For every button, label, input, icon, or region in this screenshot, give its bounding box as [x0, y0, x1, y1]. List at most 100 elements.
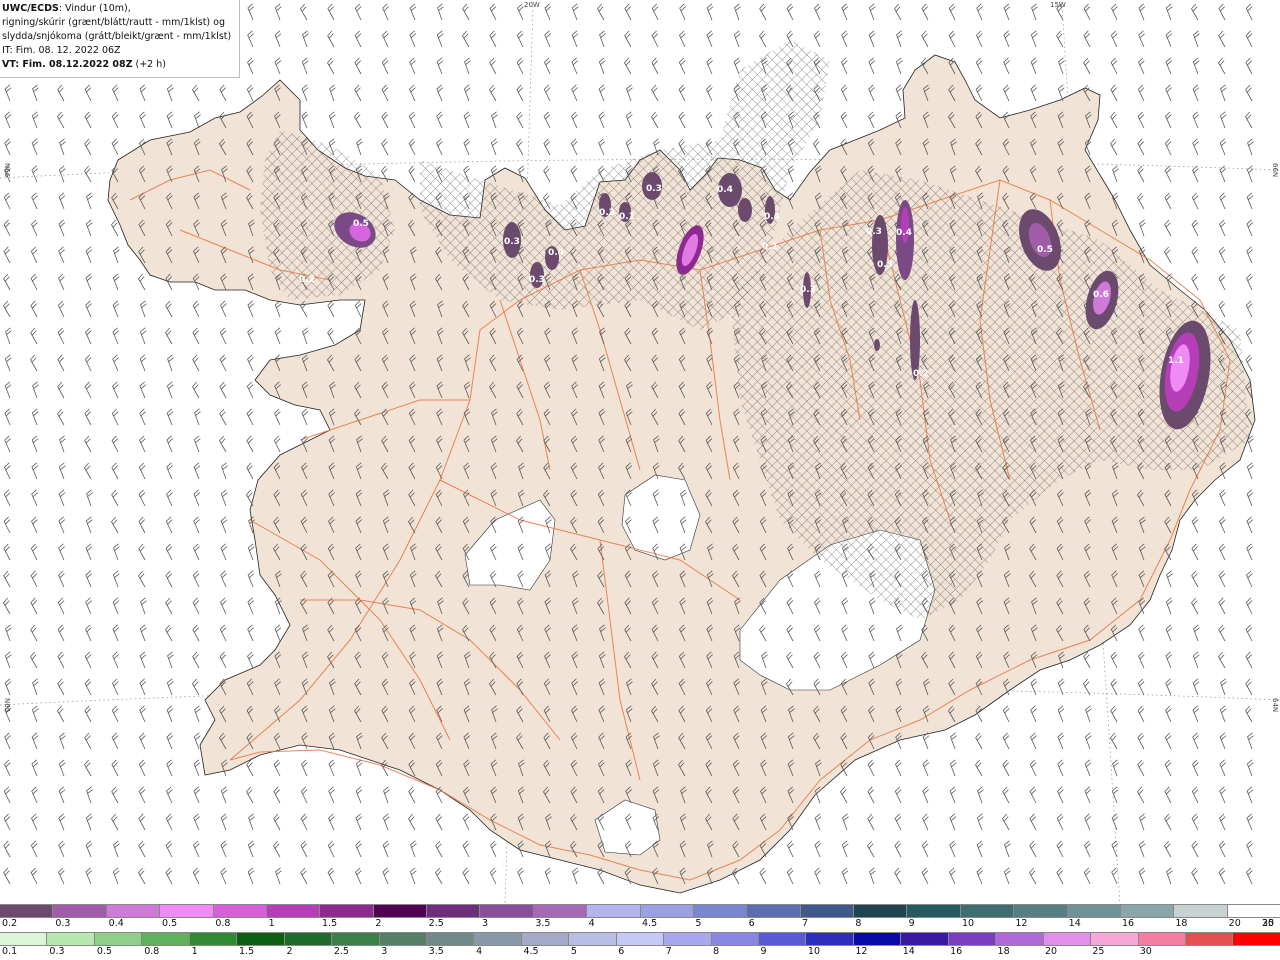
wind-barb [138, 867, 146, 885]
wind-barb [302, 30, 309, 48]
wind-barb [491, 111, 498, 129]
wind-barb [1192, 651, 1200, 669]
wind-barb [976, 813, 984, 831]
wind-barb [58, 273, 65, 291]
wind-barb [490, 840, 497, 858]
wind-barb [1002, 786, 1010, 804]
wind-barb [273, 435, 281, 453]
wind-barb [1002, 732, 1010, 750]
colorbar-tick: 4.5 [642, 918, 658, 929]
wind-barb [220, 516, 228, 534]
wind-barb [841, 30, 848, 48]
wind-barb [86, 192, 93, 210]
wind-barb [140, 300, 147, 318]
wind-barb [516, 111, 524, 129]
wind-barb [86, 786, 93, 804]
wind-barb [58, 489, 66, 507]
wind-barb [381, 138, 389, 156]
wind-barb [138, 516, 146, 534]
colorbar-swatch [474, 933, 522, 945]
wind-barb [1218, 57, 1226, 75]
wind-barb [84, 84, 92, 102]
wind-barb [247, 651, 254, 669]
wind-barb [544, 3, 552, 21]
wind-barb [1191, 543, 1199, 561]
wind-barb [327, 300, 335, 318]
wind-barb [517, 867, 524, 885]
wind-barb [247, 57, 254, 75]
wind-barb [1164, 840, 1172, 858]
wind-barb [462, 867, 470, 885]
wind-barb [840, 84, 848, 102]
colorbar-tick: 12 [855, 946, 868, 957]
wind-barb [544, 867, 552, 885]
wind-barb [489, 30, 497, 48]
wind-barb [571, 111, 578, 129]
wind-barb [5, 327, 12, 345]
wind-barb [31, 705, 39, 723]
wind-barb [30, 570, 38, 588]
wind-barb [31, 786, 38, 804]
wind-barb [543, 165, 551, 183]
wind-barb [624, 30, 632, 48]
wind-barb [651, 3, 659, 21]
wind-barb [84, 732, 92, 750]
wind-barb [355, 867, 362, 885]
wind-barb [624, 3, 632, 21]
colorbar-tick: 2 [286, 946, 293, 957]
precip-label: 0.4 [717, 185, 733, 195]
wind-barb [1245, 678, 1253, 696]
wind-barb [976, 3, 983, 21]
wind-barb [328, 111, 336, 129]
wind-barb [57, 111, 65, 129]
issue-time: IT: Fim. 08. 12. 2022 06Z [2, 45, 121, 56]
wind-barb [58, 462, 66, 480]
wind-barb [705, 111, 713, 129]
wind-barb [570, 165, 578, 183]
wind-barb [246, 381, 254, 399]
wind-barb [138, 273, 146, 291]
wind-barb [192, 354, 200, 372]
wind-barb [868, 57, 876, 75]
wind-barb [1164, 138, 1172, 156]
wind-barb [166, 462, 173, 480]
wind-barb [1246, 570, 1253, 588]
wind-barb [1056, 867, 1064, 885]
wind-barb [1219, 489, 1226, 507]
wind-barb [219, 651, 227, 669]
wind-barb [1193, 30, 1200, 48]
wind-barb [273, 786, 281, 804]
valid-time-offset: (+2 h) [132, 59, 166, 70]
wind-barb [1056, 840, 1064, 858]
wind-barb [327, 327, 335, 345]
wind-barb [651, 111, 659, 129]
wind-barb [274, 3, 282, 21]
wind-barb [3, 867, 11, 885]
wind-barb [1138, 624, 1145, 642]
wind-barb [193, 840, 200, 858]
wind-barb [949, 840, 956, 858]
wind-barb [57, 624, 65, 642]
colorbar-tick: 30 [1139, 946, 1152, 957]
precip-label: 0.5 [353, 219, 369, 229]
wind-barb [1110, 30, 1118, 48]
wind-barb [220, 867, 227, 885]
wind-barb [328, 786, 335, 804]
precip-label: 0.6 [1093, 290, 1109, 300]
precip-label: 0.4 [764, 212, 780, 222]
forecast-map[interactable]: 0.5 0.3 0.4 0.3 0.3 0.1 0.2 0.4 0.3 0.4 … [0, 0, 1280, 904]
wind-barb [975, 84, 983, 102]
wind-barb [1192, 138, 1199, 156]
colorbar-swatch [1233, 933, 1280, 945]
wind-barb [165, 543, 173, 561]
wind-barb [1138, 30, 1145, 48]
wind-barb [1191, 273, 1199, 291]
wind-barb [1191, 867, 1199, 885]
wind-barb [138, 489, 146, 507]
wind-barb [922, 813, 929, 831]
wind-barb [57, 84, 65, 102]
wind-barb [489, 3, 497, 21]
wind-barb [1166, 867, 1173, 885]
precip-label: 0.3 [504, 237, 520, 247]
wind-barb [58, 219, 66, 237]
